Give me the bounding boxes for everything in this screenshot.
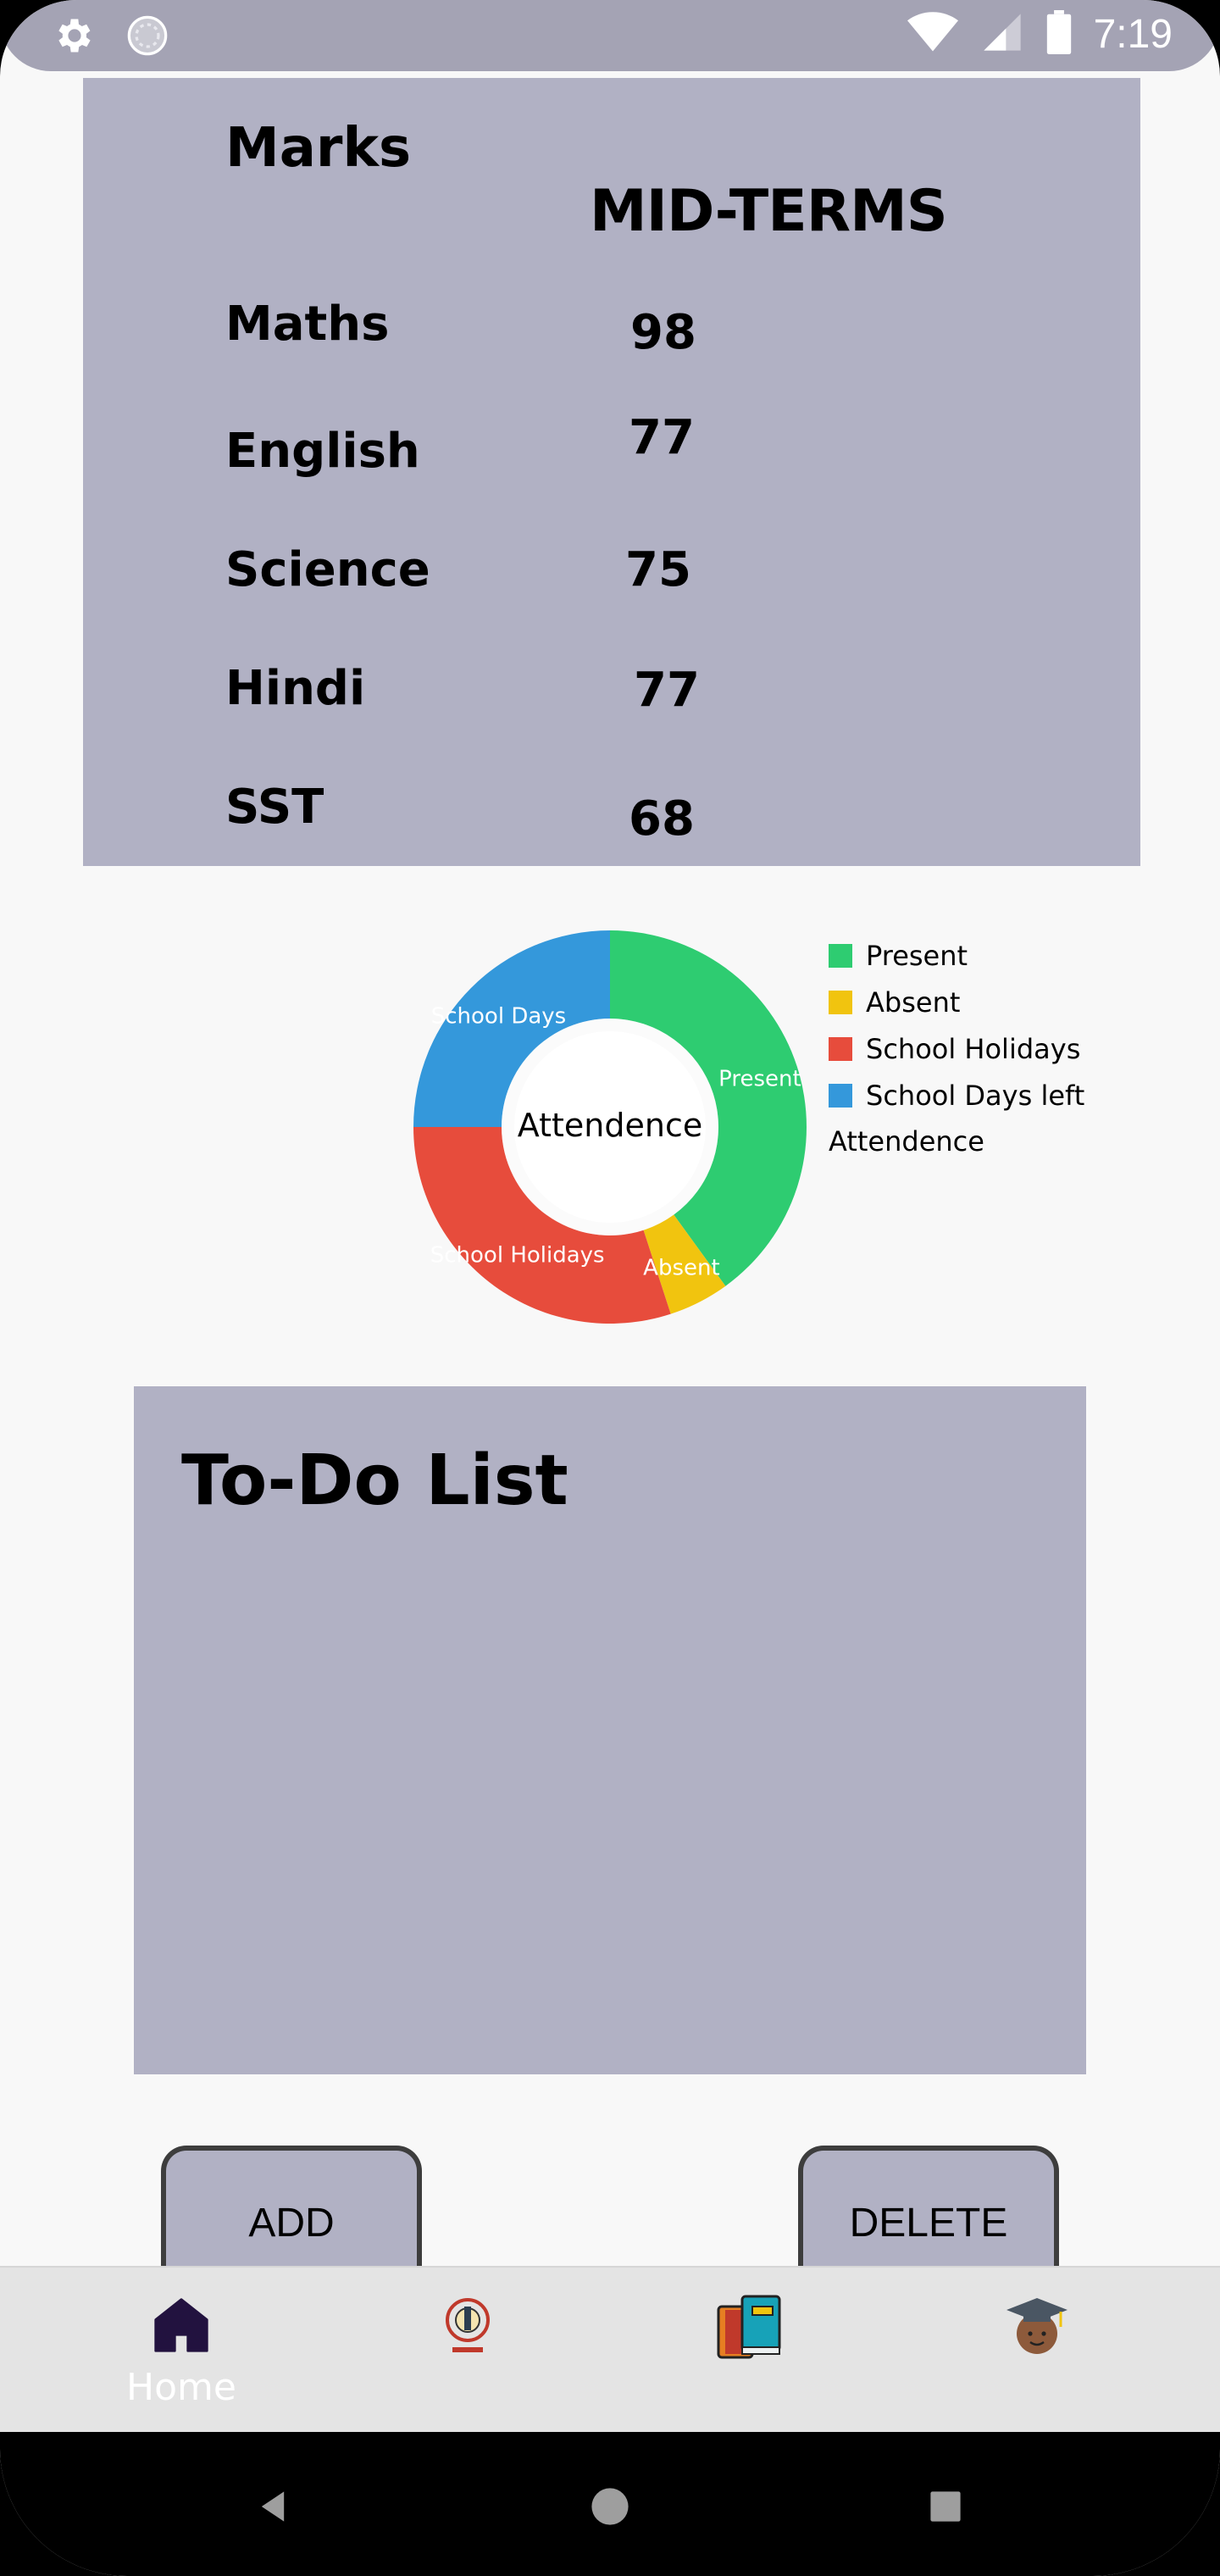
legend-item[interactable]: Absent [829,979,1084,1025]
graduate-avatar-icon [1003,2298,1071,2361]
marks-title: Marks [225,117,412,180]
sync-circle-icon [125,14,169,61]
nav-home[interactable]: Home [97,2293,266,2420]
legend-swatch [829,990,852,1014]
score-science: 75 [625,542,691,597]
legend-swatch [829,1036,852,1061]
attendance-chart: Attendence Present Absent School Holidays S… [398,915,1118,1339]
legend-item[interactable]: School Days left [829,1072,1084,1119]
recents-square-icon [927,2488,964,2529]
subject-sst: SST [225,780,324,835]
system-navigation-bar [0,2432,1220,2576]
donut-slice-label: School Days [431,1003,566,1029]
donut-slice-label: School Holidays [430,1242,605,1268]
status-time: 7:19 [1093,11,1173,57]
legend-item[interactable]: Present [829,932,1084,979]
books-icon [715,2295,786,2364]
school-logo-icon [442,2298,493,2361]
back-button[interactable] [230,2466,315,2551]
recents-button[interactable] [903,2466,988,2551]
donut-slice-label: Present [718,1067,801,1092]
nav-books[interactable] [666,2293,835,2420]
score-maths: 98 [630,305,696,360]
home-icon [149,2298,214,2361]
todo-card: To-Do List [134,1386,1086,2074]
legend-label: Present [866,939,968,972]
legend-label: Absent [866,985,961,1019]
home-system-button[interactable] [568,2466,652,2551]
settings-gear-icon [53,14,97,61]
donut-slice-label: Absent [643,1256,720,1281]
score-english: 77 [629,410,695,465]
app-screen: 7:19 Marks MID-TERMS Maths 98 English 77… [0,0,1220,2576]
legend-label: School Holidays [866,1032,1081,1065]
status-bar: 7:19 [0,0,1220,71]
battery-icon [1046,10,1072,58]
legend-item[interactable]: School Holidays [829,1025,1084,1072]
delete-button[interactable]: DELETE [798,2146,1059,2281]
subject-maths: Maths [225,297,390,352]
term-title: MID-TERMS [590,178,948,245]
legend-swatch [829,1083,852,1108]
score-hindi: 77 [634,663,700,718]
legend-label: School Days left [866,1079,1085,1112]
marks-card: Marks MID-TERMS Maths 98 English 77 Scie… [83,78,1140,866]
nav-profile[interactable] [952,2293,1122,2420]
subject-science: Science [225,542,430,597]
todo-title: To-Do List [181,1441,568,1521]
cellular-signal-icon [980,10,1024,58]
attendance-donut-svg: Attendence Present Absent School Holidays S… [413,930,807,1324]
home-circle-icon [590,2486,630,2530]
legend-swatch [829,943,852,968]
legend-caption: Attendence [829,1125,984,1158]
chart-legend: Present Absent School Holidays School Days … [829,932,1084,1165]
donut-center-label: Attendence [518,1107,702,1144]
nav-home-label: Home [126,2366,236,2409]
subject-hindi: Hindi [225,661,366,716]
add-button[interactable]: ADD [161,2146,422,2281]
back-triangle-icon [254,2488,291,2529]
nav-school[interactable] [383,2293,552,2420]
bottom-navigation: Home [0,2266,1220,2432]
score-sst: 68 [629,791,695,847]
subject-english: English [225,424,420,479]
wifi-icon [907,10,958,58]
